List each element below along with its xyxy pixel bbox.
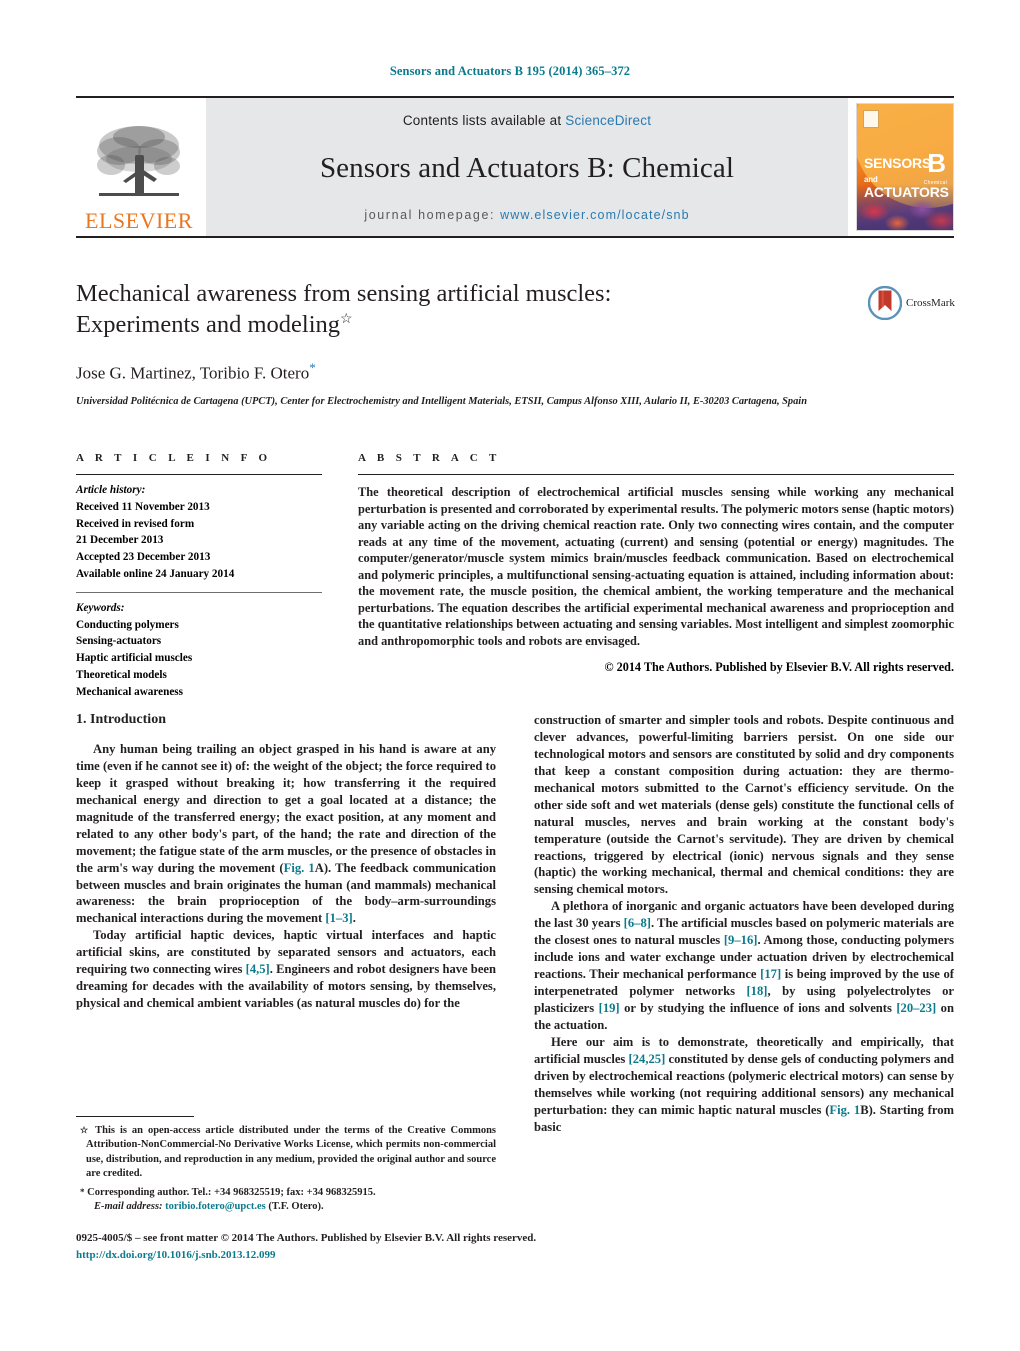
- author-list: Jose G. Martinez, Toribio F. Otero*: [76, 360, 866, 384]
- author-names: Jose G. Martinez, Toribio F. Otero: [76, 363, 310, 383]
- crossmark-label: CrossMark: [906, 297, 955, 309]
- journal-masthead: ELSEVIER Contents lists available at Sci…: [76, 96, 954, 238]
- history-item: Available online 24 January 2014: [76, 567, 235, 580]
- keyword-item: Mechanical awareness: [76, 685, 183, 698]
- abstract-text: The theoretical description of electroch…: [358, 485, 954, 648]
- journal-title: Sensors and Actuators B: Chemical: [319, 151, 735, 184]
- abstract-copyright: © 2014 The Authors. Published by Elsevie…: [604, 660, 955, 674]
- body-column-right: construction of smarter and simpler tool…: [534, 712, 954, 1135]
- paragraph: A plethora of inorganic and organic actu…: [534, 898, 954, 1034]
- contents-prefix: Contents lists available at: [402, 113, 566, 128]
- footnote-corresponding-author: * Corresponding author. Tel.: +34 968325…: [76, 1186, 496, 1200]
- article-history-label: Article history:: [76, 484, 146, 496]
- keywords-group: Keywords: Conducting polymers Sensing-ac…: [76, 593, 322, 710]
- citation-link[interactable]: [20–23]: [896, 1001, 936, 1015]
- paragraph: Here our aim is to demonstrate, theoreti…: [534, 1034, 954, 1136]
- article-info-heading: A R T I C L E I N F O: [76, 452, 272, 464]
- paragraph-text: or by studying the influence of ions and…: [619, 1000, 897, 1015]
- history-item: Received 11 November 2013: [76, 500, 210, 513]
- paragraph: Any human being trailing an object grasp…: [76, 741, 496, 927]
- cover-line-2: ACTUATORS: [864, 183, 949, 200]
- corresponding-author-marker: *: [309, 360, 316, 376]
- info-abstract-band: A R T I C L E I N F O Article history: R…: [76, 452, 954, 710]
- contents-available-line: Contents lists available at ScienceDirec…: [403, 113, 651, 128]
- paragraph: Today artificial haptic devices, haptic …: [76, 927, 496, 1012]
- elsevier-wordmark: ELSEVIER: [85, 208, 193, 233]
- citation-link[interactable]: [19]: [599, 1001, 620, 1015]
- footnote-license-text: This is an open-access article distribut…: [86, 1125, 496, 1180]
- citation-link[interactable]: [4,5]: [246, 962, 270, 976]
- paragraph-text: Any human being trailing an object grasp…: [76, 742, 496, 875]
- citation-link[interactable]: [6–8]: [624, 916, 651, 930]
- email-label: E-mail address:: [94, 1201, 163, 1213]
- section-heading-introduction: 1. Introduction: [76, 712, 166, 727]
- footnote-corresponding-text: Corresponding author. Tel.: +34 96832551…: [84, 1186, 376, 1198]
- title-block: Mechanical awareness from sensing artifi…: [76, 278, 866, 410]
- footnote-email-line: E-mail address: toribio.fotero@upct.es (…: [76, 1200, 496, 1214]
- cover-series-letter: B: [927, 148, 946, 178]
- email-link[interactable]: toribio.fotero@upct.es: [165, 1201, 266, 1212]
- title-line-2: Experiments and modeling: [76, 311, 340, 339]
- history-item: Received in revised form: [76, 517, 195, 530]
- doi-link[interactable]: http://dx.doi.org/10.1016/j.snb.2013.12.…: [76, 1247, 676, 1264]
- cover-and-word: and: [864, 175, 878, 185]
- article-history-group: Article history: Received 11 November 20…: [76, 475, 322, 592]
- masthead-center: Contents lists available at ScienceDirec…: [206, 98, 848, 236]
- citation-link[interactable]: [18]: [746, 984, 767, 998]
- elsevier-logo: ELSEVIER: [76, 98, 202, 236]
- paper-page: Sensors and Actuators B 195 (2014) 365–3…: [0, 0, 1020, 1351]
- keyword-item: Conducting polymers: [76, 618, 179, 631]
- cover-sensors-word: SENSORS: [864, 155, 932, 171]
- paragraph: construction of smarter and simpler tool…: [534, 713, 954, 897]
- running-head: Sensors and Actuators B 195 (2014) 365–3…: [389, 64, 631, 78]
- abstract-column: A B S T R A C T The theoretical descript…: [358, 452, 954, 710]
- footnotes-block: ☆ This is an open-access article distrib…: [76, 1116, 496, 1215]
- figure-reference-link[interactable]: Fig. 1: [284, 861, 315, 875]
- imprint-block: 0925-4005/$ – see front matter © 2014 Th…: [76, 1230, 676, 1263]
- body-column-left: 1. Introduction Any human being trailing…: [76, 712, 496, 1135]
- keyword-item: Theoretical models: [76, 668, 167, 681]
- footnote-separator-rule: [76, 1116, 194, 1117]
- cover-elsevier-mark-icon: [863, 110, 879, 128]
- keyword-item: Haptic artificial muscles: [76, 652, 193, 665]
- crossmark-badge[interactable]: CrossMark: [868, 286, 955, 320]
- citation-link[interactable]: [1–3]: [325, 911, 352, 925]
- history-item: 21 December 2013: [76, 534, 164, 547]
- citation-link[interactable]: [24,25]: [629, 1052, 666, 1066]
- title-line-1: Mechanical awareness from sensing artifi…: [76, 280, 612, 307]
- email-owner: (T.F. Otero).: [268, 1201, 324, 1213]
- history-item: Accepted 23 December 2013: [76, 551, 211, 564]
- cover-series-subtitle: Chemical: [923, 180, 947, 186]
- citation-link[interactable]: [9–16]: [724, 933, 758, 947]
- figure-reference-link[interactable]: Fig. 1: [829, 1103, 860, 1117]
- journal-homepage-line: journal homepage: www.elsevier.com/locat…: [364, 208, 689, 222]
- footnote-license: ☆ This is an open-access article distrib…: [76, 1124, 496, 1182]
- paragraph-text: .: [352, 911, 356, 926]
- title-footnote-marker: ☆: [340, 311, 353, 327]
- keyword-item: Sensing-actuators: [76, 635, 162, 648]
- page-title: Mechanical awareness from sensing artifi…: [76, 278, 866, 340]
- abstract-heading: A B S T R A C T: [358, 452, 501, 464]
- journal-homepage-link[interactable]: www.elsevier.com/locate/snb: [500, 208, 690, 222]
- footnote-license-marker: ☆: [80, 1125, 91, 1135]
- imprint-line: 0925-4005/$ – see front matter © 2014 Th…: [76, 1232, 537, 1244]
- homepage-prefix: journal homepage:: [364, 208, 501, 222]
- keywords-label: Keywords:: [76, 601, 125, 614]
- crossmark-icon: [868, 286, 902, 320]
- affiliation: Universidad Politécnica de Cartagena (UP…: [76, 395, 807, 407]
- body-columns: 1. Introduction Any human being trailing…: [76, 712, 954, 1135]
- article-info-column: A R T I C L E I N F O Article history: R…: [76, 452, 322, 710]
- journal-cover-thumbnail: SENSORS and ACTUATORS B Chemical: [856, 103, 954, 231]
- elsevier-tree-icon: [97, 126, 180, 196]
- sciencedirect-link[interactable]: ScienceDirect: [565, 113, 651, 128]
- citation-link[interactable]: [17]: [760, 967, 781, 981]
